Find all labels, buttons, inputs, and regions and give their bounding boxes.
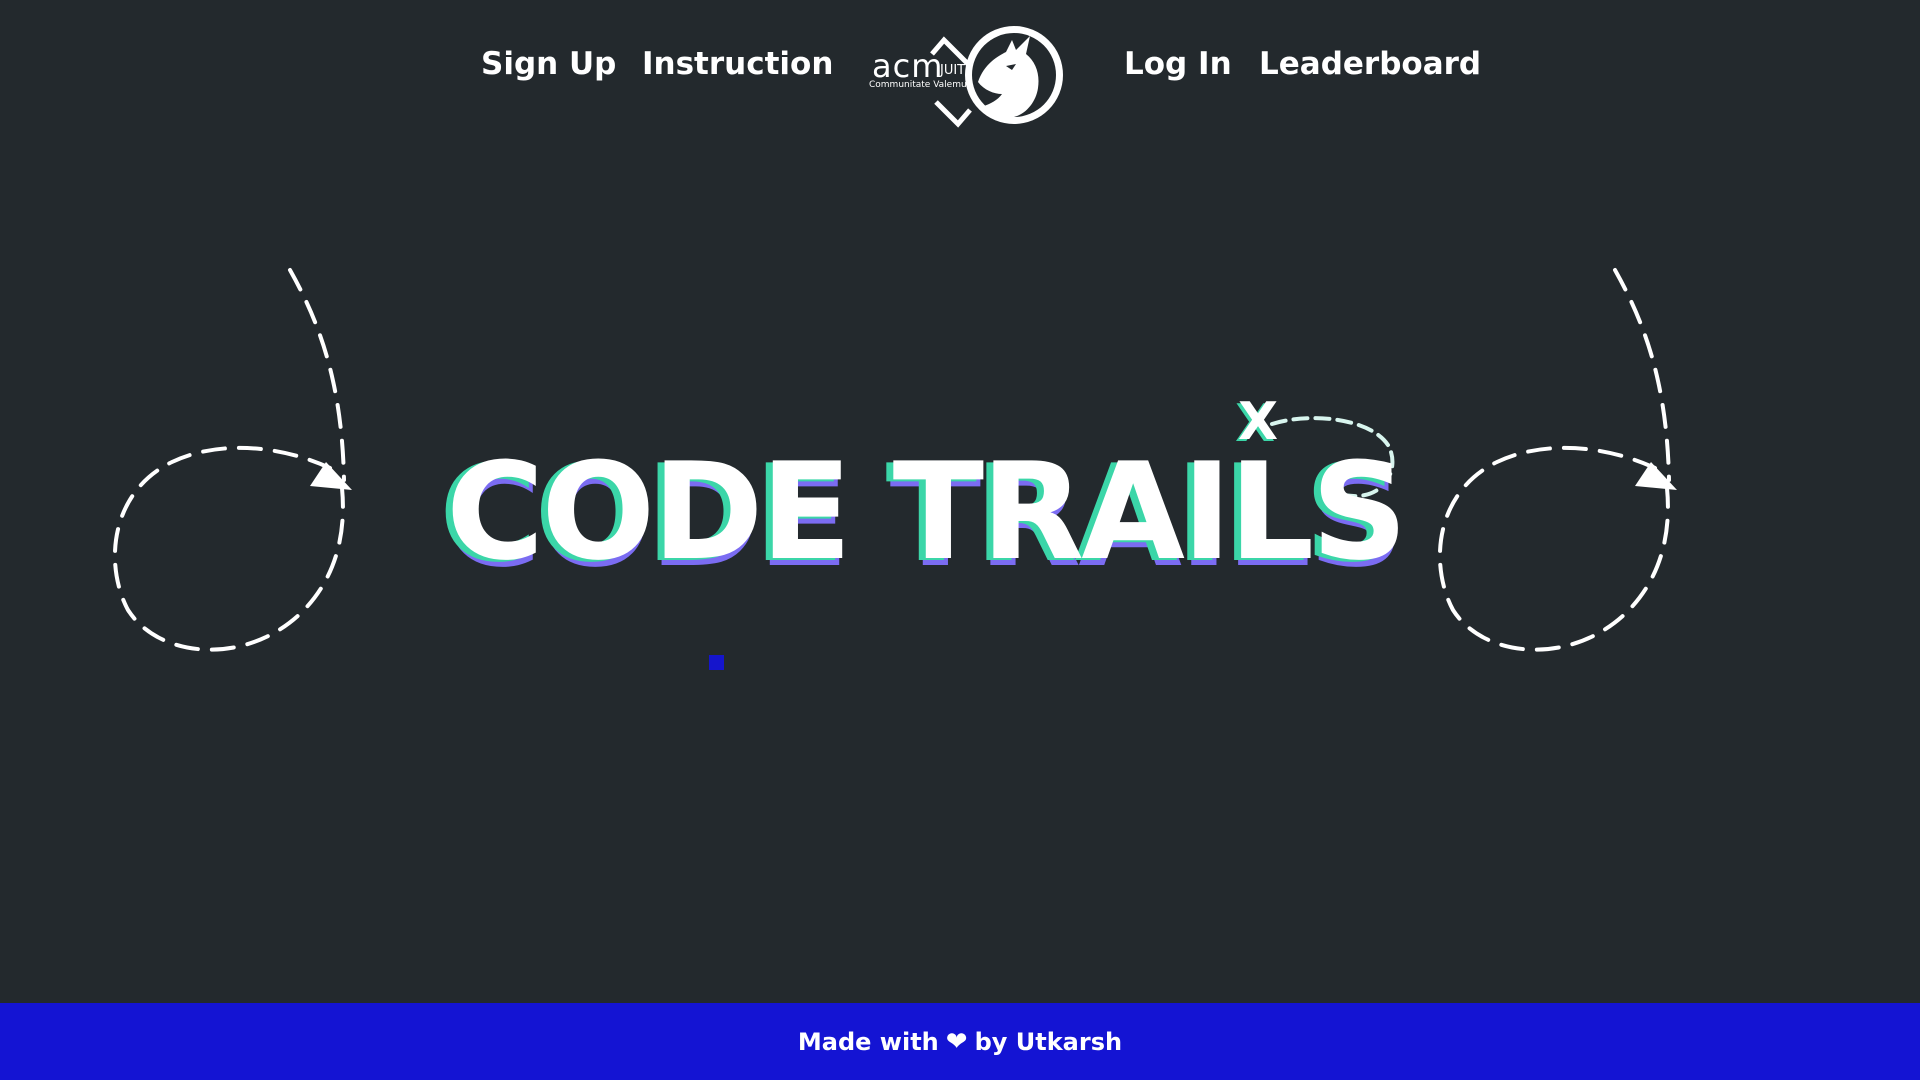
hero-title-text: CODE TRAILS [446, 434, 1408, 590]
left-trail-curve [288, 268, 346, 482]
footer-prefix: Made with [797, 1027, 939, 1056]
right-trail-loop [1437, 445, 1670, 652]
left-trail-loop [112, 445, 345, 652]
page: Sign Up Instruction acm JUIT Communitate… [0, 0, 1920, 1080]
right-trail-curve [1613, 268, 1671, 482]
heart-icon: ❤ [945, 1026, 968, 1057]
x-mark-icon: X [1238, 392, 1279, 452]
hero-title: CODE TRAILS CODE TRAILS CODE TRAILS [439, 432, 1408, 597]
footer: Made with ❤ by Utkarsh [0, 1003, 1920, 1080]
blue-square-marker [709, 655, 724, 670]
footer-suffix: by Utkarsh [974, 1027, 1123, 1056]
